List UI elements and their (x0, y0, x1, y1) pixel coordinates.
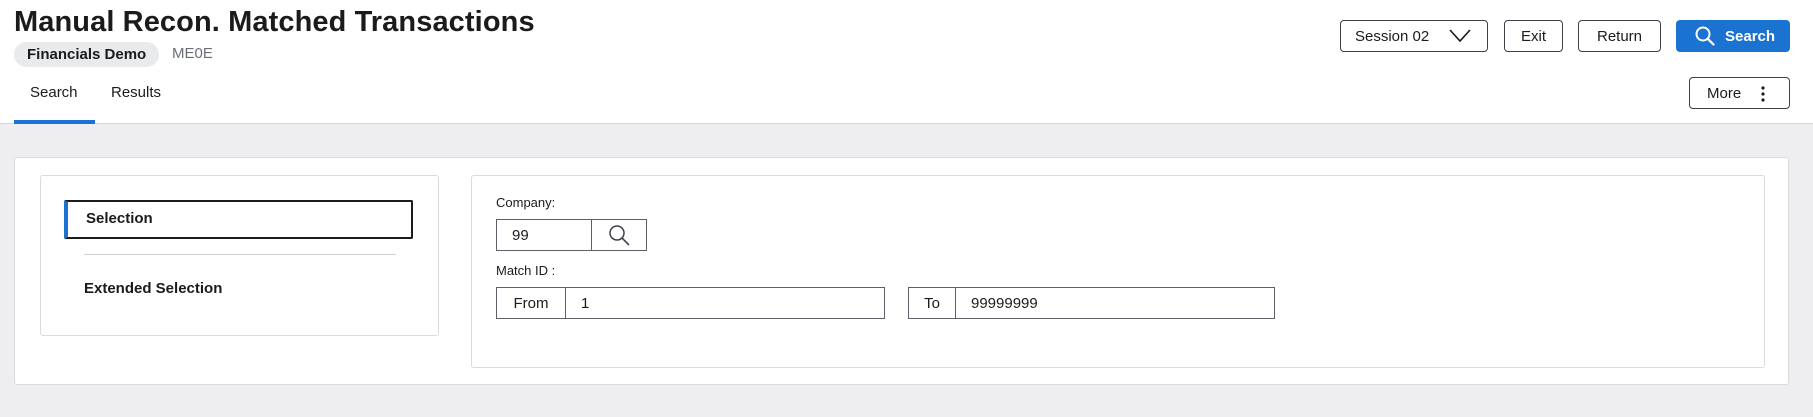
page-title: Manual Recon. Matched Transactions (14, 6, 535, 38)
more-vertical-icon (1761, 86, 1765, 102)
program-code: ME0E (172, 45, 213, 62)
search-icon (609, 225, 630, 246)
sidebar-item-selection[interactable]: Selection (64, 200, 413, 239)
more-button[interactable]: More (1689, 77, 1790, 109)
match-id-from-label: From (496, 287, 566, 319)
page-header: Manual Recon. Matched Transactions Finan… (0, 0, 1813, 124)
match-id-label: Match ID : (496, 263, 556, 278)
search-icon (1695, 26, 1715, 46)
nav-divider (84, 254, 396, 255)
tab-search[interactable]: Search (30, 84, 78, 101)
match-id-to-input[interactable] (955, 287, 1275, 319)
return-button[interactable]: Return (1578, 20, 1661, 52)
company-input[interactable] (496, 219, 592, 251)
match-id-from-input[interactable] (565, 287, 885, 319)
exit-button[interactable]: Exit (1504, 20, 1563, 52)
session-dropdown[interactable]: Session 02 (1340, 20, 1488, 52)
search-button[interactable]: Search (1676, 20, 1790, 52)
company-lookup-button[interactable] (591, 219, 647, 251)
company-badge: Financials Demo (14, 42, 160, 67)
sidebar-item-extended-selection[interactable]: Extended Selection (84, 280, 222, 297)
session-label: Session 02 (1355, 27, 1430, 45)
tab-results[interactable]: Results (111, 84, 161, 101)
company-label: Company: (496, 195, 556, 210)
more-label: More (1707, 84, 1742, 102)
match-id-to-label: To (908, 287, 956, 319)
chevron-down-icon (1449, 29, 1471, 43)
selection-form-panel (471, 175, 1765, 368)
search-button-label: Search (1725, 27, 1776, 45)
